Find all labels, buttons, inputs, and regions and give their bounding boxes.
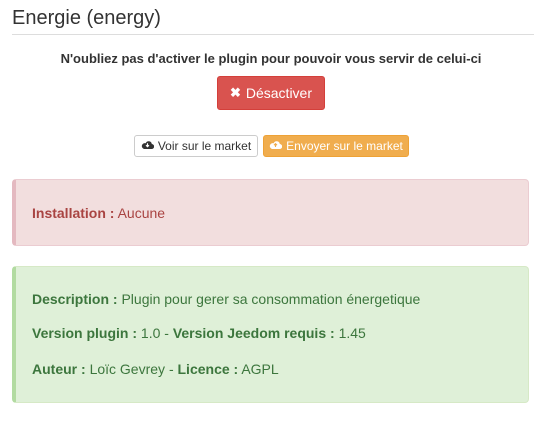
- description-line: Description : Plugin pour gerer sa conso…: [32, 291, 420, 307]
- version-label: Version plugin :: [32, 325, 138, 341]
- send-market-label: Envoyer sur le market: [286, 139, 403, 153]
- description-label: Description :: [32, 291, 118, 307]
- view-market-button[interactable]: Voir sur le market: [134, 135, 258, 157]
- deactivate-button-label: Désactiver: [245, 85, 313, 101]
- title-divider: [12, 34, 534, 35]
- jeedom-version-label: Version Jeedom requis :: [172, 325, 335, 341]
- author-line: Auteur : Loïc Gevrey - Licence : AGPL: [32, 361, 279, 377]
- author-value: Loïc Gevrey: [89, 361, 166, 377]
- cloud-download-icon: [141, 139, 154, 153]
- deactivate-button[interactable]: ✖ Désactiver: [217, 76, 325, 110]
- activation-notice: N'oubliez pas d'activer le plugin pour p…: [60, 51, 482, 66]
- separator: -: [168, 361, 174, 377]
- plugin-info-panel: Description : Plugin pour gerer sa conso…: [12, 266, 529, 403]
- license-value: AGPL: [241, 361, 279, 377]
- view-market-label: Voir sur le market: [157, 139, 252, 153]
- installation-value: Aucune: [117, 205, 166, 221]
- version-line: Version plugin : 1.0 - Version Jeedom re…: [32, 325, 366, 341]
- separator: -: [164, 325, 169, 341]
- license-label: Licence :: [177, 361, 239, 377]
- send-market-button[interactable]: Envoyer sur le market: [263, 135, 409, 157]
- installation-label: Installation :: [32, 205, 115, 221]
- close-icon: ✖: [229, 85, 241, 100]
- version-value: 1.0: [140, 325, 161, 341]
- installation-panel: Installation : Aucune: [12, 179, 529, 246]
- page-title: Energie (energy): [12, 7, 161, 29]
- author-label: Auteur :: [32, 361, 86, 377]
- installation-line: Installation : Aucune: [32, 205, 165, 221]
- description-value: Plugin pour gerer sa consommation énerge…: [121, 291, 421, 307]
- jeedom-version-value: 1.45: [338, 325, 366, 341]
- cloud-upload-icon: [269, 139, 283, 153]
